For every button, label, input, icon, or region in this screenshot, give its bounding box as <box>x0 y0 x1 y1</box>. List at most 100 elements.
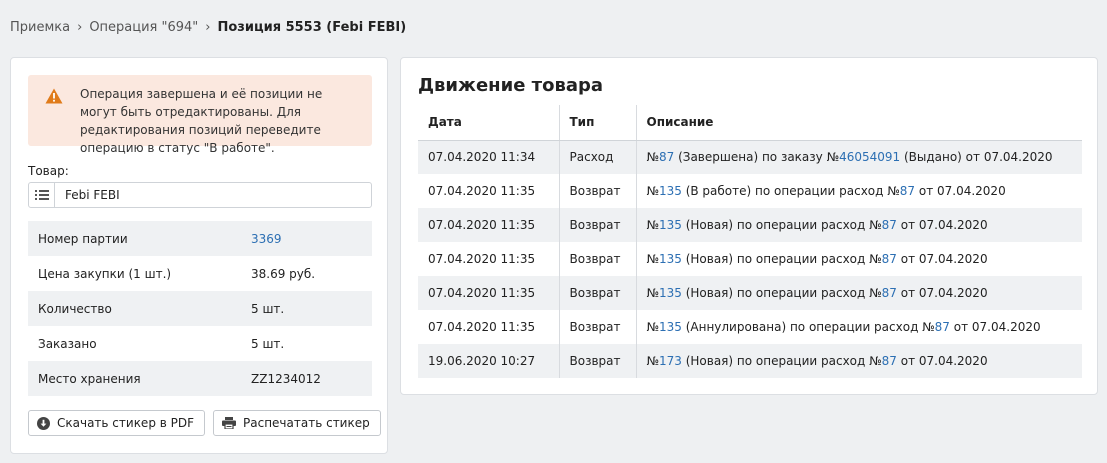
property-key: Заказано <box>38 336 97 351</box>
description-link[interactable]: 87 <box>882 252 897 266</box>
description-text: № <box>646 150 659 165</box>
description-text: № <box>646 320 659 334</box>
description-text: от 07.04.2020 <box>896 218 988 232</box>
table-row: 19.06.2020 10:27 Возврат №173 (Новая) по о… <box>418 344 1082 378</box>
breadcrumb-current: Позиция 5553 (Febi FEBI) <box>217 20 407 35</box>
cell-date: 07.04.2020 11:35 <box>418 310 560 344</box>
description-link[interactable]: 87 <box>882 354 897 368</box>
table-row: 07.04.2020 11:35 Возврат №135 (Новая) по о… <box>418 208 1082 242</box>
description-link[interactable]: 135 <box>659 218 682 232</box>
description-link[interactable]: 87 <box>882 286 897 300</box>
description-text: от 07.04.2020 <box>949 320 1041 334</box>
description-link[interactable]: 135 <box>659 252 682 266</box>
product-label: Товар: <box>28 164 69 178</box>
print-sticker-button[interactable]: Распечатать стикер <box>213 410 381 436</box>
table-header-row: Дата Тип Описание <box>418 105 1082 141</box>
property-value: 5 шт. <box>251 301 285 316</box>
movement-table-body: 07.04.2020 11:34 Расход №87 (Завершена) по… <box>418 140 1082 378</box>
breadcrumb-link-operation[interactable]: Операция "694" <box>89 20 198 35</box>
description-text: (Новая) по операции расход № <box>681 286 882 300</box>
property-storage-location: Место хранения ZZ1234012 <box>28 361 372 396</box>
property-key: Количество <box>38 301 112 316</box>
description-link[interactable]: 87 <box>935 320 950 334</box>
table-row: 07.04.2020 11:35 Возврат №135 (Новая) по о… <box>418 242 1082 276</box>
sticker-actions: Скачать стикер в PDF Распечатать стикер <box>28 410 381 436</box>
movement-table: Дата Тип Описание 07.04.2020 11:34 Расход… <box>418 105 1082 378</box>
batch-number-link[interactable]: 3369 <box>251 232 282 246</box>
cell-description: №87 (Завершена) по заказу №46054091 (Выд… <box>636 140 1082 174</box>
list-icon[interactable] <box>29 183 55 207</box>
description-text: № <box>646 286 659 300</box>
description-text: (Новая) по операции расход № <box>681 252 882 266</box>
property-key: Номер партии <box>38 231 128 246</box>
position-properties: Номер партии 3369 Цена закупки (1 шт.) 3… <box>28 221 372 396</box>
product-value: Febi FEBI <box>65 188 120 202</box>
description-text: (Новая) по операции расход № <box>681 354 882 368</box>
column-header-description: Описание <box>636 105 1082 141</box>
cell-type: Возврат <box>559 242 637 276</box>
cell-description: №135 (Аннулирована) по операции расход №… <box>636 310 1082 344</box>
cell-type: Возврат <box>559 174 637 208</box>
cell-date: 19.06.2020 10:27 <box>418 344 560 378</box>
property-value: 5 шт. <box>251 336 285 351</box>
download-sticker-pdf-button[interactable]: Скачать стикер в PDF <box>28 410 206 436</box>
column-header-date: Дата <box>418 105 560 141</box>
cell-description: №135 (Новая) по операции расход №87 от 0… <box>636 242 1082 276</box>
description-text: (Завершена) по заказу № <box>674 150 840 165</box>
description-link[interactable]: 173 <box>659 354 682 368</box>
table-row: 07.04.2020 11:35 Возврат №135 (В работе) п… <box>418 174 1082 208</box>
property-purchase-price: Цена закупки (1 шт.) 38.69 руб. <box>28 256 372 291</box>
cell-description: №135 (Новая) по операции расход №87 от 0… <box>636 208 1082 242</box>
download-sticker-label: Скачать стикер в PDF <box>57 416 195 430</box>
description-text: (В работе) по операции расход № <box>681 184 900 198</box>
warning-triangle-icon <box>45 88 63 104</box>
cell-date: 07.04.2020 11:35 <box>418 242 560 276</box>
product-movement-card: Движение товара Дата Тип Описание 07.04.… <box>400 57 1098 395</box>
property-key: Цена закупки (1 шт.) <box>38 266 172 281</box>
table-row: 07.04.2020 11:35 Возврат №135 (Новая) по о… <box>418 276 1082 310</box>
description-text: № <box>646 184 659 198</box>
chevron-right-icon: › <box>77 20 83 35</box>
description-link[interactable]: 87 <box>900 184 915 198</box>
cell-description: №135 (Новая) по операции расход №87 от 0… <box>636 276 1082 310</box>
description-link[interactable]: 135 <box>659 184 682 198</box>
alert-text: Операция завершена и её позиции не могут… <box>80 87 323 155</box>
chevron-right-icon: › <box>205 20 211 35</box>
description-link[interactable]: 87 <box>882 218 897 232</box>
property-ordered: Заказано 5 шт. <box>28 326 372 361</box>
column-header-type: Тип <box>559 105 637 141</box>
description-text: № <box>646 252 659 266</box>
property-value: ZZ1234012 <box>251 371 321 386</box>
property-batch-number: Номер партии 3369 <box>28 221 372 256</box>
description-link[interactable]: 46054091 <box>839 150 900 164</box>
movement-title: Движение товара <box>418 75 604 96</box>
cell-date: 07.04.2020 11:34 <box>418 140 560 174</box>
cell-description: №173 (Новая) по операции расход №87 от 0… <box>636 344 1082 378</box>
property-value: 38.69 руб. <box>251 266 316 281</box>
cell-type: Расход <box>559 140 637 174</box>
description-text: от 07.04.2020 <box>915 184 1006 198</box>
printer-icon <box>222 417 237 429</box>
description-link[interactable]: 135 <box>659 320 682 334</box>
description-text: (Выдано) от 07.04.2020 <box>900 150 1053 165</box>
cell-date: 07.04.2020 11:35 <box>418 174 560 208</box>
description-text: от 07.04.2020 <box>896 286 988 300</box>
description-text: № <box>646 354 659 368</box>
cell-date: 07.04.2020 11:35 <box>418 208 560 242</box>
print-sticker-label: Распечатать стикер <box>243 416 370 430</box>
cell-date: 07.04.2020 11:35 <box>418 276 560 310</box>
position-details-card: Операция завершена и её позиции не могут… <box>10 57 388 454</box>
cell-type: Возврат <box>559 344 637 378</box>
table-row: 07.04.2020 11:35 Возврат №135 (Аннулирован… <box>418 310 1082 344</box>
description-text: от 07.04.2020 <box>896 354 988 368</box>
description-text: № <box>646 218 659 232</box>
description-link[interactable]: 135 <box>659 286 682 300</box>
breadcrumb: Приемка › Операция "694" › Позиция 5553 … <box>10 20 406 35</box>
property-quantity: Количество 5 шт. <box>28 291 372 326</box>
table-row: 07.04.2020 11:34 Расход №87 (Завершена) по… <box>418 140 1082 174</box>
description-text: от 07.04.2020 <box>896 252 988 266</box>
description-link[interactable]: 87 <box>659 150 674 164</box>
product-field[interactable]: Febi FEBI <box>28 182 372 208</box>
breadcrumb-link-receiving[interactable]: Приемка <box>10 20 70 35</box>
operation-completed-alert: Операция завершена и её позиции не могут… <box>28 75 372 155</box>
